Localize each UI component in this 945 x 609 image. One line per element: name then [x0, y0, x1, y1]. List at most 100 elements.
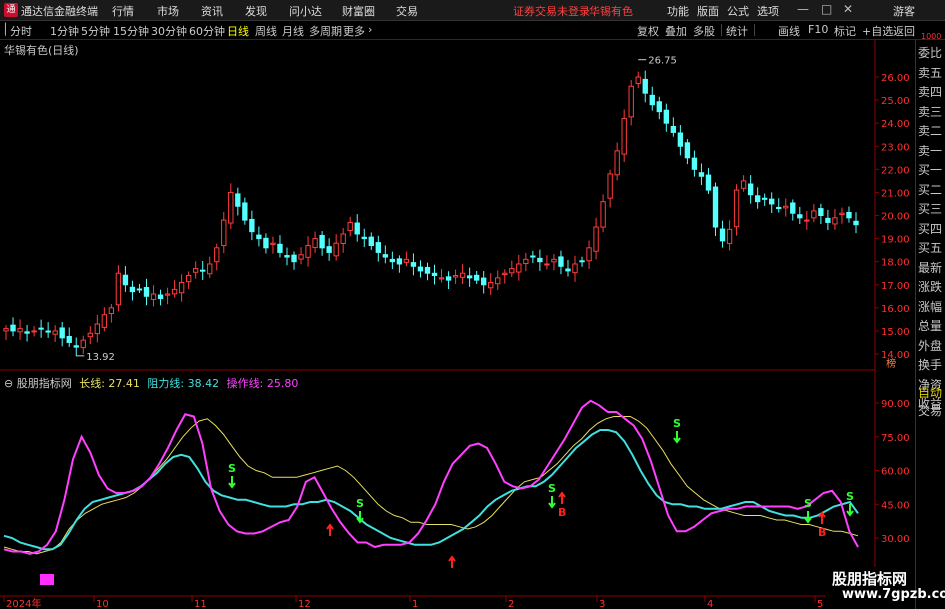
toolbar-indicator-icon[interactable]: │	[2, 23, 9, 36]
buy-signal-letter: B	[558, 506, 566, 519]
menu-news[interactable]: 资讯	[201, 3, 223, 19]
period-monthly[interactable]: 月线	[282, 23, 304, 39]
close-icon[interactable]: ✕	[843, 2, 853, 16]
price-tick-label: 18.00	[881, 258, 910, 269]
side-item[interactable]: 最新	[918, 259, 945, 278]
side-item[interactable]: 卖五	[918, 64, 945, 83]
side-item[interactable]: 涨幅	[918, 298, 945, 317]
trade-button[interactable]: 交易	[918, 403, 945, 420]
tool-multistock[interactable]: 多股	[693, 23, 715, 39]
candle	[410, 262, 417, 267]
candle	[164, 293, 171, 296]
signal-marker: B	[558, 491, 566, 519]
tool-f10[interactable]: F10	[808, 23, 828, 36]
candle	[614, 150, 620, 176]
chevron-right-icon[interactable]: ›	[368, 23, 372, 36]
period-daily[interactable]: 日线	[227, 23, 249, 39]
indicator-name[interactable]: 股朋指标网	[17, 377, 72, 390]
toolbar-divider	[754, 24, 755, 36]
menu-function[interactable]: 功能	[667, 3, 689, 19]
menu-formula[interactable]: 公式	[727, 3, 749, 19]
menu-ask[interactable]: 问小达	[289, 3, 322, 19]
candle	[776, 206, 782, 210]
period-weekly[interactable]: 周线	[255, 23, 277, 39]
sell-arrow-icon	[804, 511, 812, 524]
op-line	[3, 399, 859, 555]
candle	[171, 288, 178, 295]
side-item[interactable]: 卖三	[918, 103, 945, 122]
indicator-collapse-icon[interactable]: ⊖	[4, 377, 13, 390]
candle	[783, 205, 789, 209]
candle	[621, 118, 627, 155]
period-intraday[interactable]: 分时	[10, 23, 32, 39]
side-item[interactable]: 卖一	[918, 142, 945, 161]
candle	[80, 339, 86, 349]
candle	[523, 258, 529, 265]
menu-options[interactable]: 选项	[757, 3, 779, 19]
candle	[389, 258, 396, 263]
candle	[192, 268, 199, 273]
period-5min[interactable]: 5分钟	[81, 23, 110, 39]
tool-draw[interactable]: 画线	[778, 23, 800, 39]
period-toolbar: │ 分时 1分钟 5分钟 15分钟 30分钟 60分钟 日线 周线 月线 多周期…	[0, 21, 945, 40]
auto-button[interactable]: 自动	[918, 385, 945, 402]
side-item[interactable]: 涨跌	[918, 278, 945, 297]
tool-add-favorite[interactable]: +自选	[862, 23, 893, 39]
period-multi[interactable]: 多周期	[309, 23, 342, 39]
side-item[interactable]: 买四	[918, 220, 945, 239]
candle	[712, 186, 719, 228]
stock-chart[interactable]: 26.00 25.00 24.00 23.00 22.00 21.00 20.00 19.00…	[0, 40, 915, 609]
period-more[interactable]: 更多	[343, 23, 365, 39]
period-30min[interactable]: 30分钟	[151, 23, 187, 39]
candle	[242, 202, 248, 221]
candle	[495, 277, 501, 285]
side-item[interactable]: 卖四	[918, 83, 945, 102]
side-item[interactable]: 换手	[918, 356, 945, 375]
side-item[interactable]: 总量	[918, 317, 945, 336]
side-item[interactable]: 外盘	[918, 337, 945, 356]
price-tick-label: 23.00	[881, 142, 910, 153]
candle	[452, 275, 459, 278]
login-status[interactable]: 证券交易未登录	[513, 3, 590, 19]
tool-stats[interactable]: 统计	[726, 23, 748, 39]
minimize-icon[interactable]: —	[797, 2, 809, 16]
menu-trade[interactable]: 交易	[396, 3, 418, 19]
price-tick-label: 22.00	[881, 165, 910, 176]
side-item[interactable]: 买五	[918, 239, 945, 258]
period-15min[interactable]: 15分钟	[113, 23, 149, 39]
signal-marker	[326, 523, 334, 536]
candle	[825, 217, 831, 223]
tool-back[interactable]: 返回	[893, 23, 915, 39]
tool-overlay[interactable]: 叠加	[665, 23, 687, 39]
sell-signal-letter: S	[548, 482, 556, 495]
sell-arrow-icon	[548, 496, 556, 509]
side-item[interactable]: 卖二	[918, 122, 945, 141]
side-item[interactable]: 买三	[918, 200, 945, 219]
side-item[interactable]: 买二	[918, 181, 945, 200]
menu-market[interactable]: 市场	[157, 3, 179, 19]
signal-marker: S	[846, 490, 854, 517]
side-item[interactable]: 买一	[918, 161, 945, 180]
candle	[431, 272, 438, 277]
guest-user[interactable]: 游客	[893, 3, 915, 19]
maximize-icon[interactable]: □	[821, 2, 832, 16]
event-marker[interactable]: 榜	[886, 357, 896, 370]
menu-quotes[interactable]: 行情	[112, 3, 134, 19]
price-axis: 26.00 25.00 24.00 23.00 22.00 21.00 20.00 19.00…	[875, 73, 910, 361]
period-1min[interactable]: 1分钟	[50, 23, 79, 39]
menu-discover[interactable]: 发现	[245, 3, 267, 19]
candle	[270, 242, 276, 245]
tool-adjust[interactable]: 复权	[637, 23, 659, 39]
menu-layout[interactable]: 版面	[697, 3, 719, 19]
candle	[45, 330, 51, 333]
candle	[698, 172, 705, 177]
candle	[832, 217, 838, 225]
tool-mark[interactable]: 标记	[834, 23, 856, 39]
candle	[839, 212, 845, 216]
candle	[403, 258, 410, 263]
candle	[488, 281, 494, 289]
menu-wealth[interactable]: 财富圈	[342, 3, 375, 19]
candle	[635, 76, 641, 84]
side-item[interactable]: 委比	[918, 44, 945, 63]
period-60min[interactable]: 60分钟	[189, 23, 225, 39]
